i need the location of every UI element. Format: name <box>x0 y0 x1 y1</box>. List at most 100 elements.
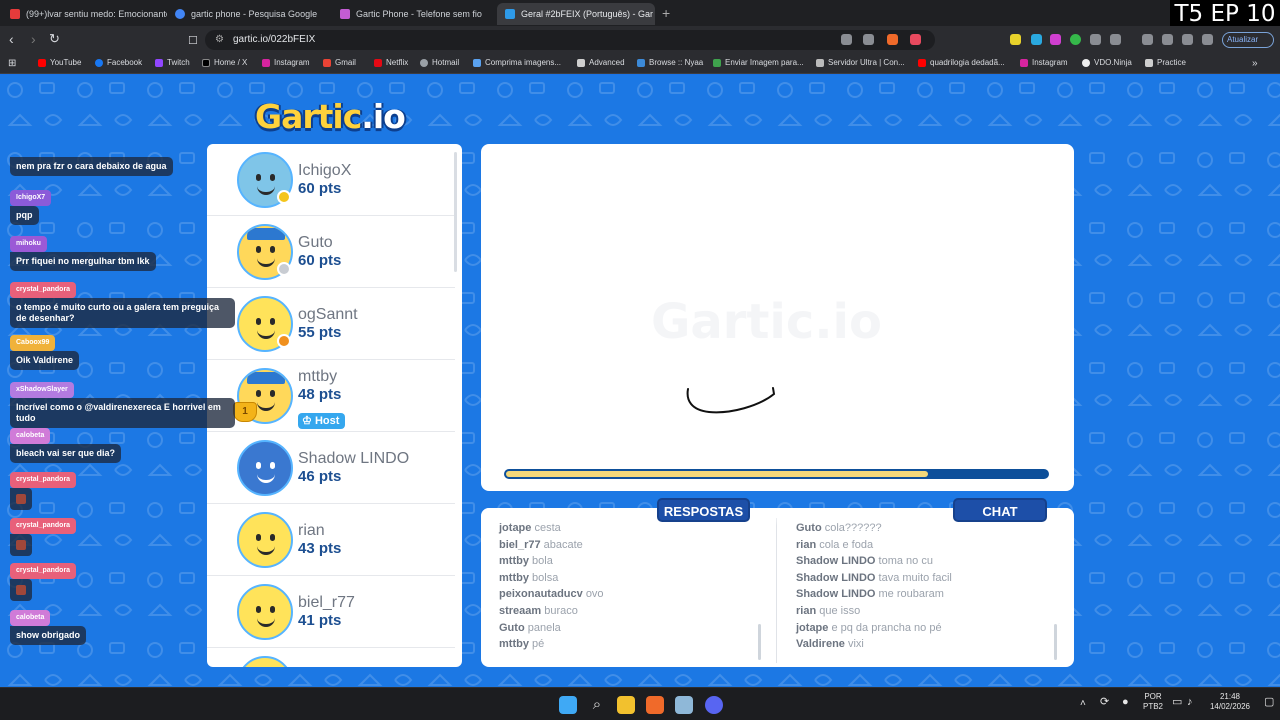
bookmark-advanced[interactable]: Advanced <box>577 58 625 67</box>
gmail-icon <box>323 58 331 67</box>
message-user[interactable]: mttby <box>499 638 529 650</box>
extension-icon[interactable] <box>1010 34 1021 45</box>
overlay-emote-image <box>10 579 32 601</box>
cast-icon[interactable] <box>841 34 852 45</box>
apps-grid-icon[interactable]: ⊞ <box>8 58 16 69</box>
sidebar-icon[interactable] <box>1162 34 1173 45</box>
player-row[interactable]: 1 mttby 48 pts ♔ Host <box>207 360 455 432</box>
bookmark-enviar[interactable]: Enviar Imagem para... <box>713 58 804 67</box>
message-user[interactable]: mttby <box>499 572 529 584</box>
extension-icon[interactable] <box>1110 34 1121 45</box>
message-text: tava muito facil <box>878 571 952 584</box>
extensions-puzzle-icon[interactable] <box>1090 34 1101 45</box>
wallet-icon[interactable] <box>1182 34 1193 45</box>
bookmark-hotmail[interactable]: Hotmail <box>420 58 459 67</box>
volume-icon[interactable]: ♪ <box>1187 697 1193 708</box>
player-row[interactable]: Shadow LINDO 46 pts <box>207 432 455 504</box>
tab-2[interactable]: Gartic Phone - Telefone sem fio <box>332 3 497 25</box>
gartic-logo: Gartic.io <box>255 97 406 136</box>
answers-scrollbar[interactable] <box>758 624 761 660</box>
clock-date: 14/02/2026 <box>1209 702 1251 711</box>
tab-1[interactable]: gartic phone - Pesquisa Google <box>167 3 332 25</box>
bookmark-compress[interactable]: Comprima imagens... <box>473 58 561 67</box>
bookmark-x[interactable]: Home / X <box>202 58 247 67</box>
reload-icon[interactable]: ↻ <box>49 32 60 46</box>
app-icon[interactable] <box>675 696 693 714</box>
message-text: ovo <box>585 588 604 601</box>
bookmark-youtube[interactable]: YouTube <box>38 58 81 67</box>
player-row[interactable]: biel_r77 41 pts <box>207 576 455 648</box>
message-user[interactable]: Guto <box>499 622 525 634</box>
bookmark-twitch[interactable]: Twitch <box>155 58 190 67</box>
message-text: toma no cu <box>878 555 933 568</box>
tab-0[interactable]: (99+)lvar sentiu medo: Emocionante <box>2 3 167 25</box>
message-user[interactable]: Shadow LINDO <box>796 555 875 567</box>
tab-3-active[interactable]: Geral #2bFEIX (Português) - Gar ✕ <box>497 3 655 25</box>
player-row[interactable]: Guto 60 pts <box>207 216 455 288</box>
more-bookmarks-icon[interactable]: » <box>1252 58 1258 69</box>
bookmark-label: Gmail <box>335 58 356 67</box>
microphone-icon[interactable]: ● <box>1122 697 1129 708</box>
message-user[interactable]: jotape <box>796 622 828 634</box>
avatar-eye <box>270 318 275 325</box>
drawing-canvas[interactable]: Gartic.io <box>481 144 1074 491</box>
file-explorer-icon[interactable] <box>617 696 635 714</box>
bookmark-practice[interactable]: Practice <box>1145 58 1186 67</box>
share-icon[interactable] <box>863 34 874 45</box>
bookmark-servidor[interactable]: Servidor Ultra | Con... <box>816 58 905 67</box>
extension-icon[interactable] <box>1031 34 1042 45</box>
answer-row: biel_r77 abacate <box>499 537 759 554</box>
message-user[interactable]: peixonautaducv <box>499 588 583 600</box>
player-row[interactable]: rian 43 pts <box>207 504 455 576</box>
message-user[interactable]: Shadow LINDO <box>796 572 875 584</box>
site-info-icon[interactable]: ⚙ <box>215 34 224 45</box>
bookmark-nyaa[interactable]: Browse :: Nyaa <box>637 58 703 67</box>
youtube-icon <box>918 58 926 67</box>
back-icon[interactable]: ‹ <box>9 32 14 46</box>
bookmark-instagram-2[interactable]: Instagram <box>1020 58 1068 67</box>
player-row[interactable]: IchigoX 60 pts <box>207 144 455 216</box>
start-icon[interactable] <box>559 696 577 714</box>
update-button[interactable]: Atualizar <box>1222 32 1274 48</box>
youtube-icon <box>38 58 46 67</box>
vpn-icon[interactable] <box>1202 34 1213 45</box>
clock[interactable]: 21:48 14/02/2026 <box>1205 692 1255 712</box>
message-user[interactable]: rian <box>796 539 816 551</box>
bookmark-vdo[interactable]: VDO.Ninja <box>1082 58 1132 67</box>
brave-shield-icon[interactable] <box>887 34 898 45</box>
new-tab-button[interactable]: + <box>662 5 670 21</box>
extension-icon[interactable] <box>1070 34 1081 45</box>
bookmark-gmail[interactable]: Gmail <box>323 58 356 67</box>
brave-icon[interactable] <box>646 696 664 714</box>
bookmark-instagram[interactable]: Instagram <box>262 58 310 67</box>
sync-icon[interactable]: ⟳ <box>1100 697 1109 708</box>
message-user[interactable]: Valdirene <box>796 638 845 650</box>
players-list[interactable]: IchigoX 60 pts Guto 60 pts ogSannt 55 pt… <box>207 144 462 667</box>
message-user[interactable]: biel_r77 <box>499 539 541 551</box>
message-user[interactable]: streaam <box>499 605 541 617</box>
player-row[interactable]: ogSannt 55 pts <box>207 288 455 360</box>
address-bar[interactable]: ⚙ gartic.io/022bFEIX <box>205 30 935 50</box>
chat-scrollbar[interactable] <box>1054 624 1057 660</box>
players-scrollbar[interactable] <box>454 152 457 272</box>
search-icon[interactable]: ⌕ <box>588 696 606 714</box>
player-row-partial[interactable] <box>207 648 455 667</box>
bookmark-icon[interactable]: ☐ <box>188 34 198 48</box>
windows-taskbar: ⌕ ˄ ⟳ ● POR PTB2 ▭ ♪ 21:48 14/02/2026 ▢ <box>0 687 1280 720</box>
bookmark-youtube-2[interactable]: quadrilogia dedadã... <box>918 58 1005 67</box>
media-icon[interactable] <box>1142 34 1153 45</box>
message-user[interactable]: rian <box>796 605 816 617</box>
language-indicator[interactable]: POR PTB2 <box>1140 692 1166 712</box>
bookmark-facebook[interactable]: Facebook <box>95 58 142 67</box>
tray-expand-icon[interactable]: ˄ <box>1080 699 1086 709</box>
extension-icon[interactable] <box>1050 34 1061 45</box>
network-icon[interactable]: ▭ <box>1172 697 1182 708</box>
message-user[interactable]: Shadow LINDO <box>796 588 875 600</box>
notifications-icon[interactable]: ▢ <box>1264 697 1274 708</box>
status-dot-icon <box>277 190 291 204</box>
rewards-icon[interactable] <box>910 34 921 45</box>
forward-icon[interactable]: › <box>31 32 36 46</box>
bookmark-netflix[interactable]: Netflix <box>374 58 408 67</box>
message-user[interactable]: mttby <box>499 555 529 567</box>
discord-icon[interactable] <box>705 696 723 714</box>
